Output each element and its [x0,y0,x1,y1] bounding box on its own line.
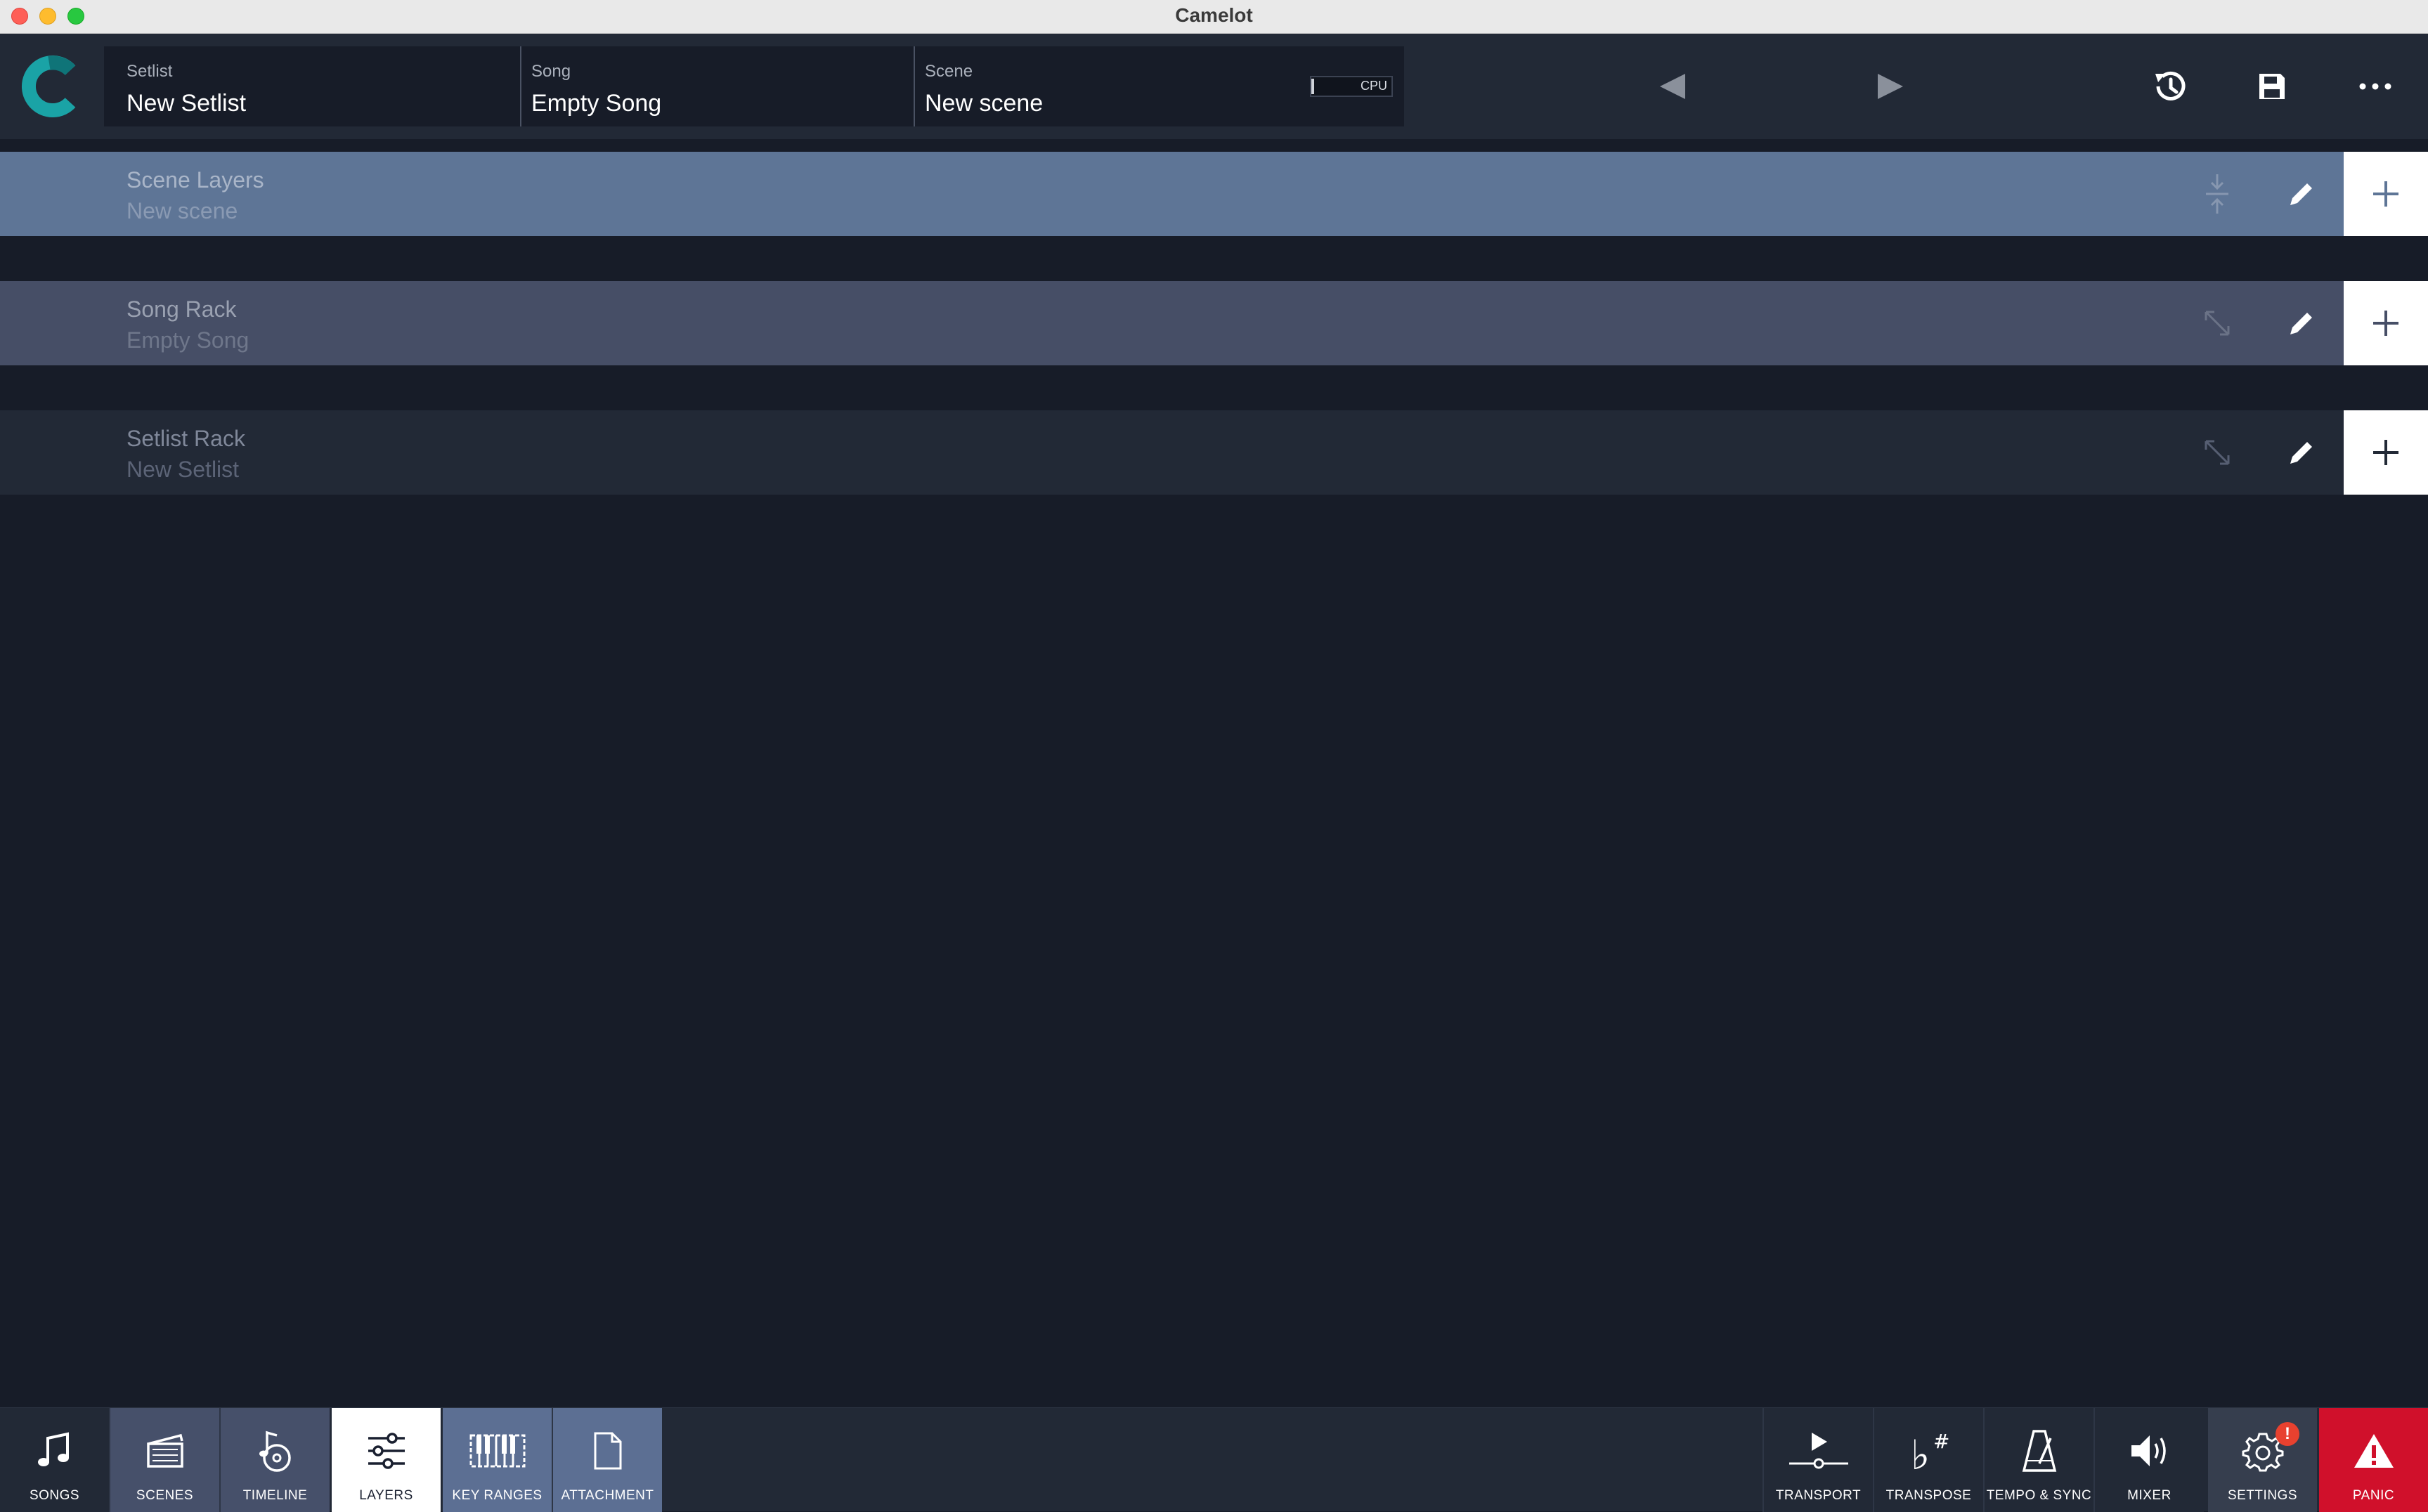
tab-label: ATTACHMENT [561,1488,654,1503]
rack-title: Setlist Rack [126,426,245,451]
setlist-value: New Setlist [126,90,247,117]
speaker-icon [2131,1435,2166,1466]
window-titlebar: Camelot [0,0,2428,34]
keyboard-icon [469,1434,525,1468]
tab-key-ranges[interactable]: KEY RANGES [443,1408,552,1512]
tab-songs[interactable]: SONGS [0,1408,109,1512]
sliders-icon [368,1433,405,1469]
rack-subtitle: New Setlist [126,457,240,482]
scene-layers-rack[interactable]: Scene Layers New scene [0,152,2428,236]
tab-transpose[interactable]: ♭ # TRANSPOSE [1874,1408,1983,1512]
history-button[interactable] [2141,34,2197,139]
chevron-left-icon [1660,74,1685,99]
flat-sharp-icon: ♭ # [1911,1430,1949,1473]
context-info-panel[interactable]: Setlist New Setlist Song Empty Song Scen… [104,46,1404,126]
next-button[interactable] [1862,34,1919,139]
tab-label: TRANSPOSE [1885,1488,1972,1503]
tab-label: PANIC [2352,1488,2395,1503]
collapse-button[interactable] [2196,173,2238,215]
rack-title: Song Rack [126,296,237,322]
app-header: Setlist New Setlist Song Empty Song Scen… [0,34,2428,139]
tab-label: SCENES [136,1488,194,1503]
tab-label: SONGS [29,1488,80,1503]
edit-rack-button[interactable] [2280,431,2323,474]
tab-label: KEY RANGES [452,1488,543,1503]
tab-mixer[interactable]: MIXER [2095,1408,2204,1512]
previous-button[interactable] [1644,34,1701,139]
add-layer-button[interactable] [2344,410,2428,495]
cpu-meter-fill [1311,79,1314,94]
song-value: Empty Song [531,90,662,117]
tab-layers[interactable]: LAYERS [332,1408,441,1512]
pencil-icon [2290,313,2312,334]
tab-label: MIXER [2127,1488,2171,1503]
tab-label: TRANSPORT [1775,1488,1862,1503]
svg-text:♭: ♭ [1911,1431,1930,1473]
tab-timeline[interactable]: TIMELINE [221,1408,330,1512]
edit-rack-button[interactable] [2280,173,2323,215]
pencil-icon [2290,183,2312,205]
edit-rack-button[interactable] [2280,302,2323,344]
clapperboard-icon [146,1433,183,1468]
more-menu-button[interactable] [2347,34,2403,139]
warning-icon [2354,1434,2394,1468]
music-note-icon [37,1432,69,1466]
tab-tempo-sync[interactable]: TEMPO & SYNC [1985,1408,2093,1512]
cpu-label: CPU [1360,79,1387,93]
tab-scenes[interactable]: SCENES [110,1408,219,1512]
expand-button[interactable] [2196,302,2238,344]
plus-icon [2373,181,2398,207]
document-icon [594,1432,621,1470]
tab-label: SETTINGS [2227,1488,2297,1503]
tab-transport[interactable]: TRANSPORT [1764,1408,1873,1512]
save-button[interactable] [2244,34,2300,139]
song-field[interactable]: Song Empty Song [520,46,914,126]
plus-icon [2373,311,2398,336]
tab-attachment[interactable]: ATTACHMENT [553,1408,662,1512]
plus-icon [2373,440,2398,465]
collapse-icon [2206,174,2228,214]
tab-settings[interactable]: ! SETTINGS [2208,1408,2317,1512]
rack-subtitle: Empty Song [126,327,249,353]
timeline-icon [259,1430,291,1472]
save-icon [2259,74,2285,99]
expand-icon [2205,311,2230,336]
history-icon [2155,71,2186,100]
tab-label: LAYERS [359,1488,413,1503]
expand-icon [2205,440,2230,465]
more-icon [2359,83,2391,90]
panic-button[interactable]: PANIC [2319,1408,2428,1512]
song-label: Song [531,62,571,81]
scene-value: New scene [925,90,1044,117]
scene-label: Scene [925,62,973,81]
cpu-meter: CPU [1310,76,1393,97]
rack-title: Scene Layers [126,167,264,193]
tab-label: TIMELINE [242,1488,308,1503]
setlist-field[interactable]: Setlist New Setlist [126,46,506,126]
svg-text:#: # [1933,1430,1949,1453]
song-rack[interactable]: Song Rack Empty Song [0,281,2428,365]
add-layer-button[interactable] [2344,152,2428,236]
scene-field[interactable]: Scene New scene [914,46,1279,126]
settings-alert-badge: ! [2276,1422,2299,1446]
rack-subtitle: New scene [126,198,238,223]
bottom-toolbar: SONGS SCENES TIMELINE LAYERS KEY RANGES … [0,1407,2428,1512]
play-icon [1788,1433,1848,1469]
expand-button[interactable] [2196,431,2238,474]
add-layer-button[interactable] [2344,281,2428,365]
chevron-right-icon [1878,74,1903,99]
pencil-icon [2290,442,2312,464]
window-title: Camelot [1175,4,1253,26]
setlist-label: Setlist [126,62,173,81]
tab-label: TEMPO & SYNC [1986,1488,2092,1503]
metronome-icon [2022,1430,2056,1472]
camelot-logo-icon[interactable] [21,55,84,118]
setlist-rack[interactable]: Setlist Rack New Setlist [0,410,2428,495]
